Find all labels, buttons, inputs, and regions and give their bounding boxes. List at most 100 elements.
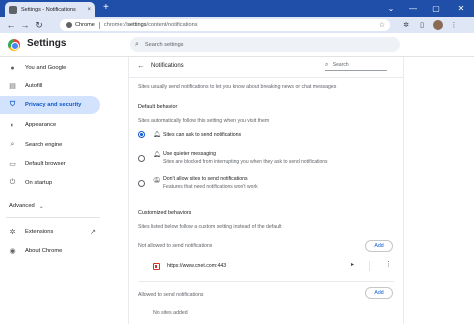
url-path: /content/notifications [146,22,198,28]
url-host: settings [127,22,147,28]
puzzle-icon: ✲ [9,229,16,236]
back-icon[interactable]: ← [4,18,18,32]
not-allowed-label: Not allowed to send notifications [138,243,213,249]
chevron-down-icon: ⌄ [38,203,44,210]
tab-search-icon[interactable]: ⌄ [380,0,402,17]
customized-subtext: Sites listed below follow a custom setti… [138,224,282,230]
toolbar-actions: ✲ ▯ ⋮ [398,17,462,33]
forward-icon[interactable]: → [18,18,32,32]
sidebar-item-label: Autofill [25,83,43,89]
radio-sites-can-ask[interactable] [138,131,145,138]
settings-sidebar: ● You and Google ▤ Autofill ⛉ Privacy an… [0,57,108,324]
option-label: Sites can ask to send notifications [163,132,242,138]
sidebar-item-label: Privacy and security [25,102,82,108]
settings-favicon-icon [9,5,17,14]
search-icon: ⌕ [135,40,139,48]
close-window-icon[interactable]: ✕ [450,0,472,17]
omnibox-separator [98,21,100,29]
palette-icon: ◐ [10,121,15,129]
tab-settings[interactable]: Settings - Notifications × [5,2,95,17]
divider [129,77,403,78]
sidebar-item-you-and-google[interactable]: ● You and Google [0,59,100,77]
new-tab-button[interactable]: + [103,2,109,14]
side-panel-icon[interactable]: ▯ [416,19,428,31]
radio-quieter-messaging[interactable] [138,155,145,162]
chrome-label: Chrome [75,22,95,28]
section-title: Notifications [151,63,184,69]
clipboard-icon: ▤ [9,83,16,90]
notifications-card: ← Notifications ⌕ Search Sites usually s… [128,57,404,324]
settings-search-input[interactable]: ⌕ Search settings [130,37,400,52]
sidebar-item-on-startup[interactable]: ⏻ On startup [0,174,100,192]
address-bar[interactable]: Chrome chrome:// settings /content/notif… [60,19,390,31]
person-icon: ● [10,64,15,72]
chrome-logo-icon [8,39,20,51]
blocked-site-url: https://www.cnet.com:443 [167,263,227,269]
default-behavior-subtext: Sites automatically follow this setting … [138,118,270,124]
bell-off-icon: 🔕︎ [153,178,161,184]
more-actions-icon[interactable]: ⋮ [385,260,392,268]
tab-strip: Settings - Notifications × + ⌄ — ▢ ✕ [0,0,474,17]
chevron-right-icon[interactable]: ▸ [351,261,354,268]
back-arrow-icon[interactable]: ← [137,61,145,70]
bell-icon: 🔔︎ [153,132,161,138]
maximize-icon[interactable]: ▢ [425,0,447,17]
default-behavior-heading: Default behavior [138,104,178,110]
sidebar-item-label: On startup [25,180,53,186]
settings-header: Settings ⌕ Search settings [0,33,474,57]
reload-icon[interactable]: ↻ [32,18,46,32]
sidebar-divider [6,217,100,218]
sidebar-item-about-chrome[interactable]: ◉ About Chrome [0,242,100,260]
shield-icon: ⛉ [9,101,16,108]
sidebar-item-label: You and Google [25,65,67,71]
browser-icon: ▭ [9,161,16,168]
cnet-favicon-icon [153,263,160,270]
power-icon: ⏻ [9,179,16,186]
radio-dont-allow[interactable] [138,180,145,187]
chrome-icon: ◉ [9,248,16,255]
sidebar-item-label: Appearance [25,122,57,128]
sidebar-advanced[interactable]: Advanced ⌄ [0,197,100,215]
option-subtext: Features that need notifications won't w… [163,184,258,190]
intro-text: Sites usually send notifications to let … [138,84,337,90]
sidebar-item-autofill[interactable]: ▤ Autofill [0,77,100,95]
option-subtext: Sites are blocked from interrupting you … [163,159,328,165]
notifications-search-placeholder: Search [332,62,349,68]
bookmark-star-icon[interactable]: ☆ [379,21,385,29]
profile-avatar[interactable] [432,19,444,31]
add-allowed-site-button[interactable]: Add [365,287,393,299]
sidebar-item-extensions[interactable]: ✲ Extensions ↗ [0,223,100,241]
minimize-icon[interactable]: — [402,0,424,17]
add-blocked-site-button[interactable]: Add [365,240,393,252]
notifications-search-input[interactable]: ⌕ Search [325,62,387,71]
tab-close-icon[interactable]: × [87,7,91,13]
no-sites-text: No sites added [153,310,188,316]
option-label: Use quieter messaging [163,151,217,157]
avatar [433,20,443,30]
settings-search-placeholder: Search settings [144,41,184,48]
tab-title: Settings - Notifications [21,6,76,13]
bell-quiet-icon: 🔔︎ [153,152,161,158]
sidebar-item-label: About Chrome [25,248,63,254]
sidebar-item-label: Extensions [25,229,54,235]
option-label: Don't allow sites to send notifications [163,176,248,182]
menu-kebab-icon[interactable]: ⋮ [448,19,460,31]
sidebar-item-label: Search engine [25,142,63,148]
sidebar-item-appearance[interactable]: ◐ Appearance [0,116,100,134]
url-scheme: chrome:// [103,22,128,28]
search-icon: ⌕ [325,62,329,68]
open-in-new-icon: ↗ [90,229,96,236]
divider [138,281,394,282]
sidebar-item-search-engine[interactable]: ⌕ Search engine [0,136,100,154]
customized-heading: Customized behaviors [138,210,192,216]
row-separator [369,261,370,271]
sidebar-item-default-browser[interactable]: ▭ Default browser [0,155,100,173]
allowed-label: Allowed to send notifications [138,292,204,298]
sidebar-advanced-label: Advanced [9,203,35,209]
sidebar-item-label: Default browser [25,161,66,167]
extensions-puzzle-icon[interactable]: ✲ [400,19,412,31]
chrome-site-icon [66,22,72,28]
page-title: Settings [27,38,67,49]
sidebar-item-privacy-and-security[interactable]: ⛉ Privacy and security [0,96,100,114]
search-icon: ⌕ [10,141,15,148]
